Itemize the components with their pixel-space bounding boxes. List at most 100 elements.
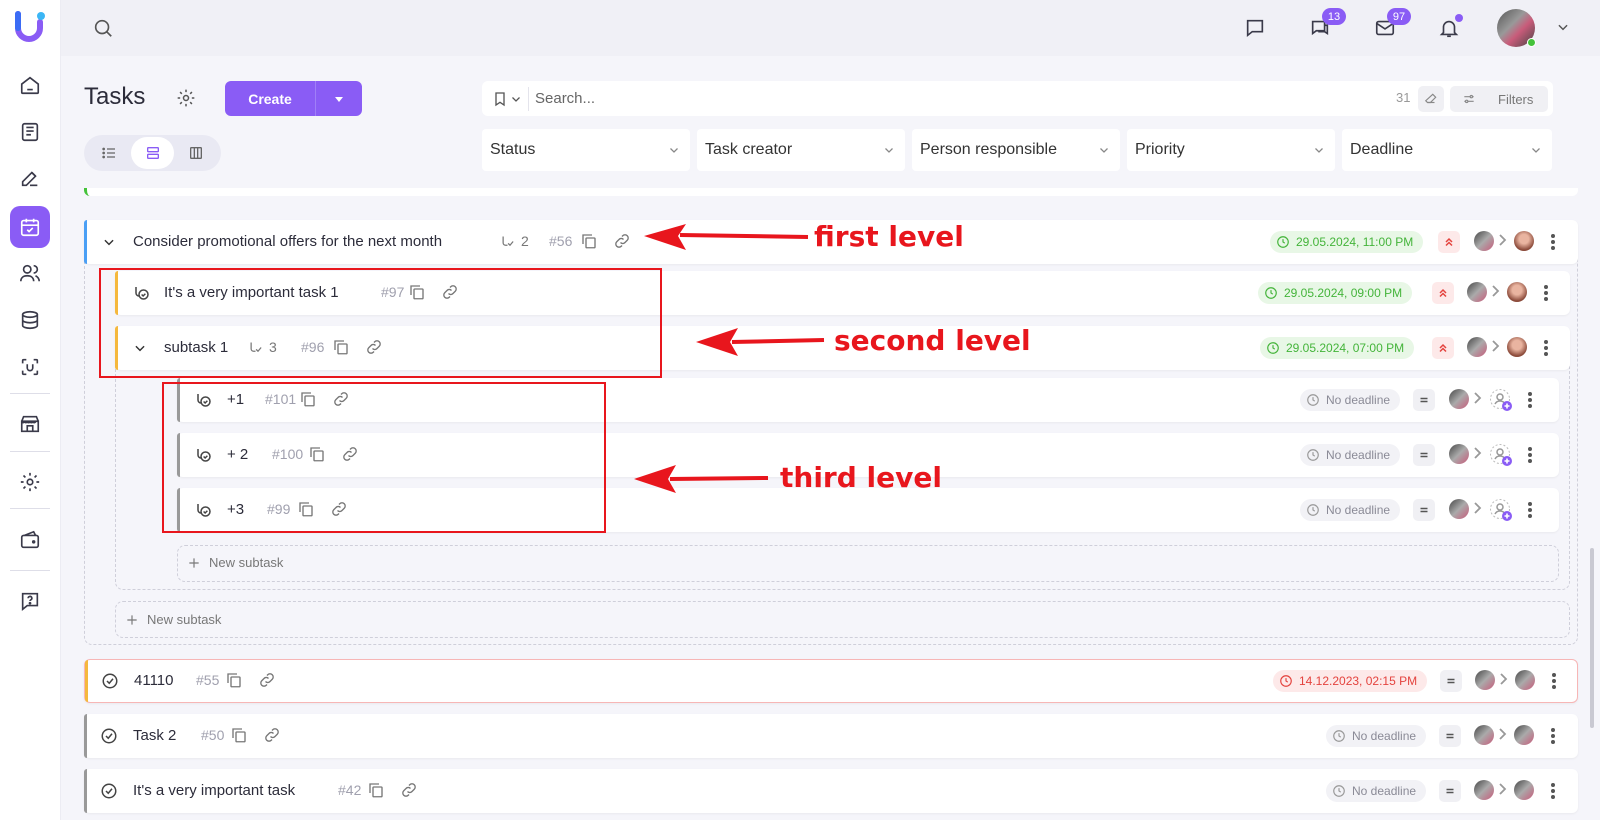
responsible-avatar[interactable] bbox=[1515, 670, 1535, 690]
copy-icon[interactable] bbox=[225, 671, 243, 689]
list-view-button[interactable] bbox=[87, 137, 131, 169]
priority-normal-icon[interactable] bbox=[1413, 389, 1435, 411]
more-options-icon[interactable] bbox=[1544, 340, 1548, 356]
collapse-chevron-icon[interactable] bbox=[102, 235, 116, 249]
creator-avatar[interactable] bbox=[1474, 231, 1494, 251]
mail-icon[interactable]: 97 bbox=[1371, 8, 1411, 42]
chevron-down-icon[interactable] bbox=[1556, 20, 1570, 34]
responsible-avatar[interactable] bbox=[1514, 725, 1534, 745]
task-row[interactable]: It's a very important task #42 No deadli… bbox=[84, 769, 1578, 813]
priority-normal-icon[interactable] bbox=[1413, 444, 1435, 466]
bookmark-icon[interactable] bbox=[492, 91, 522, 107]
new-subtask-inner[interactable]: New subtask bbox=[187, 555, 283, 570]
search-input[interactable] bbox=[535, 83, 1375, 114]
eraser-icon[interactable] bbox=[1418, 86, 1444, 112]
creator-avatar[interactable] bbox=[1467, 282, 1487, 302]
scan-icon[interactable] bbox=[10, 347, 50, 387]
store-icon[interactable] bbox=[10, 404, 50, 444]
deadline-badge[interactable]: No deadline bbox=[1300, 389, 1401, 411]
filter-status[interactable]: Status bbox=[482, 129, 690, 171]
more-options-icon[interactable] bbox=[1544, 285, 1548, 301]
filters-button[interactable]: Filters bbox=[1450, 86, 1548, 112]
deadline-badge-overdue[interactable]: 14.12.2023, 02:15 PM bbox=[1273, 670, 1428, 692]
chat-icon[interactable] bbox=[1241, 14, 1269, 42]
help-icon[interactable] bbox=[10, 581, 50, 621]
creator-avatar[interactable] bbox=[1475, 670, 1495, 690]
search-icon[interactable] bbox=[89, 14, 117, 42]
check-circle-icon[interactable] bbox=[100, 727, 118, 745]
more-options-icon[interactable] bbox=[1552, 673, 1556, 689]
user-avatar[interactable] bbox=[1497, 9, 1536, 47]
task-title[interactable]: It's a very important task bbox=[133, 782, 295, 799]
responsible-avatar[interactable] bbox=[1514, 780, 1534, 800]
wallet-icon[interactable] bbox=[10, 520, 50, 560]
filter-task-creator[interactable]: Task creator bbox=[697, 129, 905, 171]
more-options-icon[interactable] bbox=[1551, 783, 1555, 799]
task-row[interactable]: 41110 #55 14.12.2023, 02:15 PM bbox=[84, 659, 1578, 703]
more-options-icon[interactable] bbox=[1551, 234, 1555, 250]
deadline-badge[interactable]: 29.05.2024, 11:00 PM bbox=[1270, 231, 1424, 253]
filter-deadline[interactable]: Deadline bbox=[1342, 129, 1552, 171]
more-options-icon[interactable] bbox=[1528, 392, 1532, 408]
task-title[interactable]: Task 2 bbox=[133, 727, 176, 744]
creator-avatar[interactable] bbox=[1449, 444, 1469, 464]
settings-icon[interactable] bbox=[10, 462, 50, 502]
copy-icon[interactable] bbox=[230, 726, 248, 744]
projects-icon[interactable] bbox=[10, 158, 50, 198]
scrollbar[interactable] bbox=[1590, 548, 1594, 728]
more-options-icon[interactable] bbox=[1528, 502, 1532, 518]
creator-avatar[interactable] bbox=[1449, 499, 1469, 519]
new-subtask-button[interactable] bbox=[177, 545, 1559, 582]
more-options-icon[interactable] bbox=[1528, 447, 1532, 463]
app-logo[interactable] bbox=[14, 10, 48, 44]
link-icon[interactable] bbox=[613, 232, 631, 250]
creator-avatar[interactable] bbox=[1474, 725, 1494, 745]
check-circle-icon[interactable] bbox=[101, 672, 119, 690]
create-dropdown-button[interactable] bbox=[315, 81, 362, 116]
priority-normal-icon[interactable] bbox=[1439, 780, 1461, 802]
priority-normal-icon[interactable] bbox=[1413, 499, 1435, 521]
gear-icon[interactable] bbox=[176, 88, 196, 108]
add-responsible-icon[interactable] bbox=[1489, 388, 1513, 412]
link-icon[interactable] bbox=[263, 726, 281, 744]
new-subtask-button[interactable] bbox=[115, 601, 1570, 638]
deadline-badge[interactable]: No deadline bbox=[1326, 725, 1427, 747]
responsible-avatar[interactable] bbox=[1507, 337, 1527, 357]
check-circle-icon[interactable] bbox=[100, 782, 118, 800]
priority-normal-icon[interactable] bbox=[1439, 725, 1461, 747]
creator-avatar[interactable] bbox=[1449, 389, 1469, 409]
link-icon[interactable] bbox=[258, 671, 276, 689]
card-view-button[interactable] bbox=[130, 137, 175, 169]
link-icon[interactable] bbox=[400, 781, 418, 799]
deadline-badge[interactable]: 29.05.2024, 09:00 PM bbox=[1258, 282, 1413, 304]
bell-icon[interactable] bbox=[1435, 14, 1463, 42]
deadline-badge[interactable]: No deadline bbox=[1300, 499, 1401, 521]
add-responsible-icon[interactable] bbox=[1489, 498, 1513, 522]
messages-icon[interactable]: 13 bbox=[1306, 8, 1346, 42]
subtask-count[interactable]: 2 bbox=[500, 233, 529, 249]
deadline-badge[interactable]: No deadline bbox=[1326, 780, 1427, 802]
task-title[interactable]: Consider promotional offers for the next… bbox=[133, 233, 442, 250]
filter-priority[interactable]: Priority bbox=[1127, 129, 1335, 171]
task-row[interactable]: Task 2 #50 No deadline bbox=[84, 714, 1578, 758]
more-options-icon[interactable] bbox=[1551, 728, 1555, 744]
home-icon[interactable] bbox=[10, 65, 50, 105]
priority-normal-icon[interactable] bbox=[1440, 670, 1462, 692]
priority-high-icon[interactable] bbox=[1432, 337, 1454, 359]
create-button[interactable]: Create bbox=[225, 81, 362, 116]
tasks-calendar-icon[interactable] bbox=[10, 206, 50, 248]
new-subtask-outer[interactable]: New subtask bbox=[125, 612, 221, 627]
deadline-badge[interactable]: 29.05.2024, 07:00 PM bbox=[1260, 337, 1415, 359]
filter-person-responsible[interactable]: Person responsible bbox=[912, 129, 1120, 171]
priority-high-icon[interactable] bbox=[1432, 282, 1454, 304]
deadline-badge[interactable]: No deadline bbox=[1300, 444, 1401, 466]
copy-icon[interactable] bbox=[580, 232, 598, 250]
responsible-avatar[interactable] bbox=[1507, 282, 1527, 302]
kanban-view-button[interactable] bbox=[174, 137, 218, 169]
database-icon[interactable] bbox=[10, 300, 50, 340]
copy-icon[interactable] bbox=[367, 781, 385, 799]
creator-avatar[interactable] bbox=[1467, 337, 1487, 357]
creator-avatar[interactable] bbox=[1474, 780, 1494, 800]
add-responsible-icon[interactable] bbox=[1489, 443, 1513, 467]
users-icon[interactable] bbox=[10, 253, 50, 293]
